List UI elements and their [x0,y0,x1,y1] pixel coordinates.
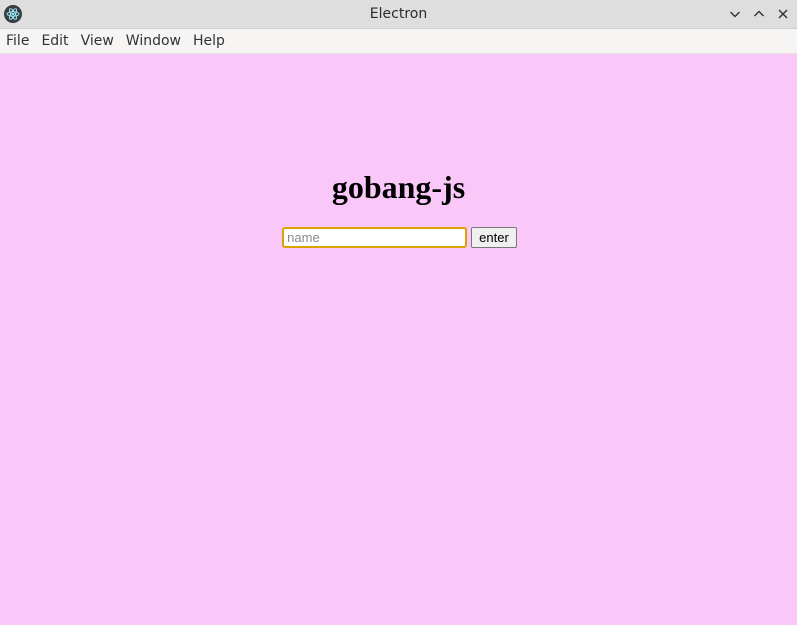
menu-edit[interactable]: Edit [35,29,74,53]
menu-window[interactable]: Window [120,29,187,53]
minimize-icon[interactable] [725,4,745,24]
page-title: gobang-js [331,169,466,205]
enter-button[interactable]: enter [471,227,517,248]
menu-file[interactable]: File [0,29,35,53]
window-controls [725,4,793,24]
app-window: Electron File Edit View Window Help goba… [0,0,797,625]
menu-help[interactable]: Help [187,29,231,53]
maximize-icon[interactable] [749,4,769,24]
window-title: Electron [369,6,428,22]
login-form: enter [0,227,797,248]
title-bar[interactable]: Electron [0,0,797,29]
menu-bar: File Edit View Window Help [0,29,797,54]
name-input[interactable] [282,227,468,248]
close-icon[interactable] [773,4,793,24]
menu-view[interactable]: View [75,29,120,53]
page-content: gobang-js enter [0,54,797,625]
